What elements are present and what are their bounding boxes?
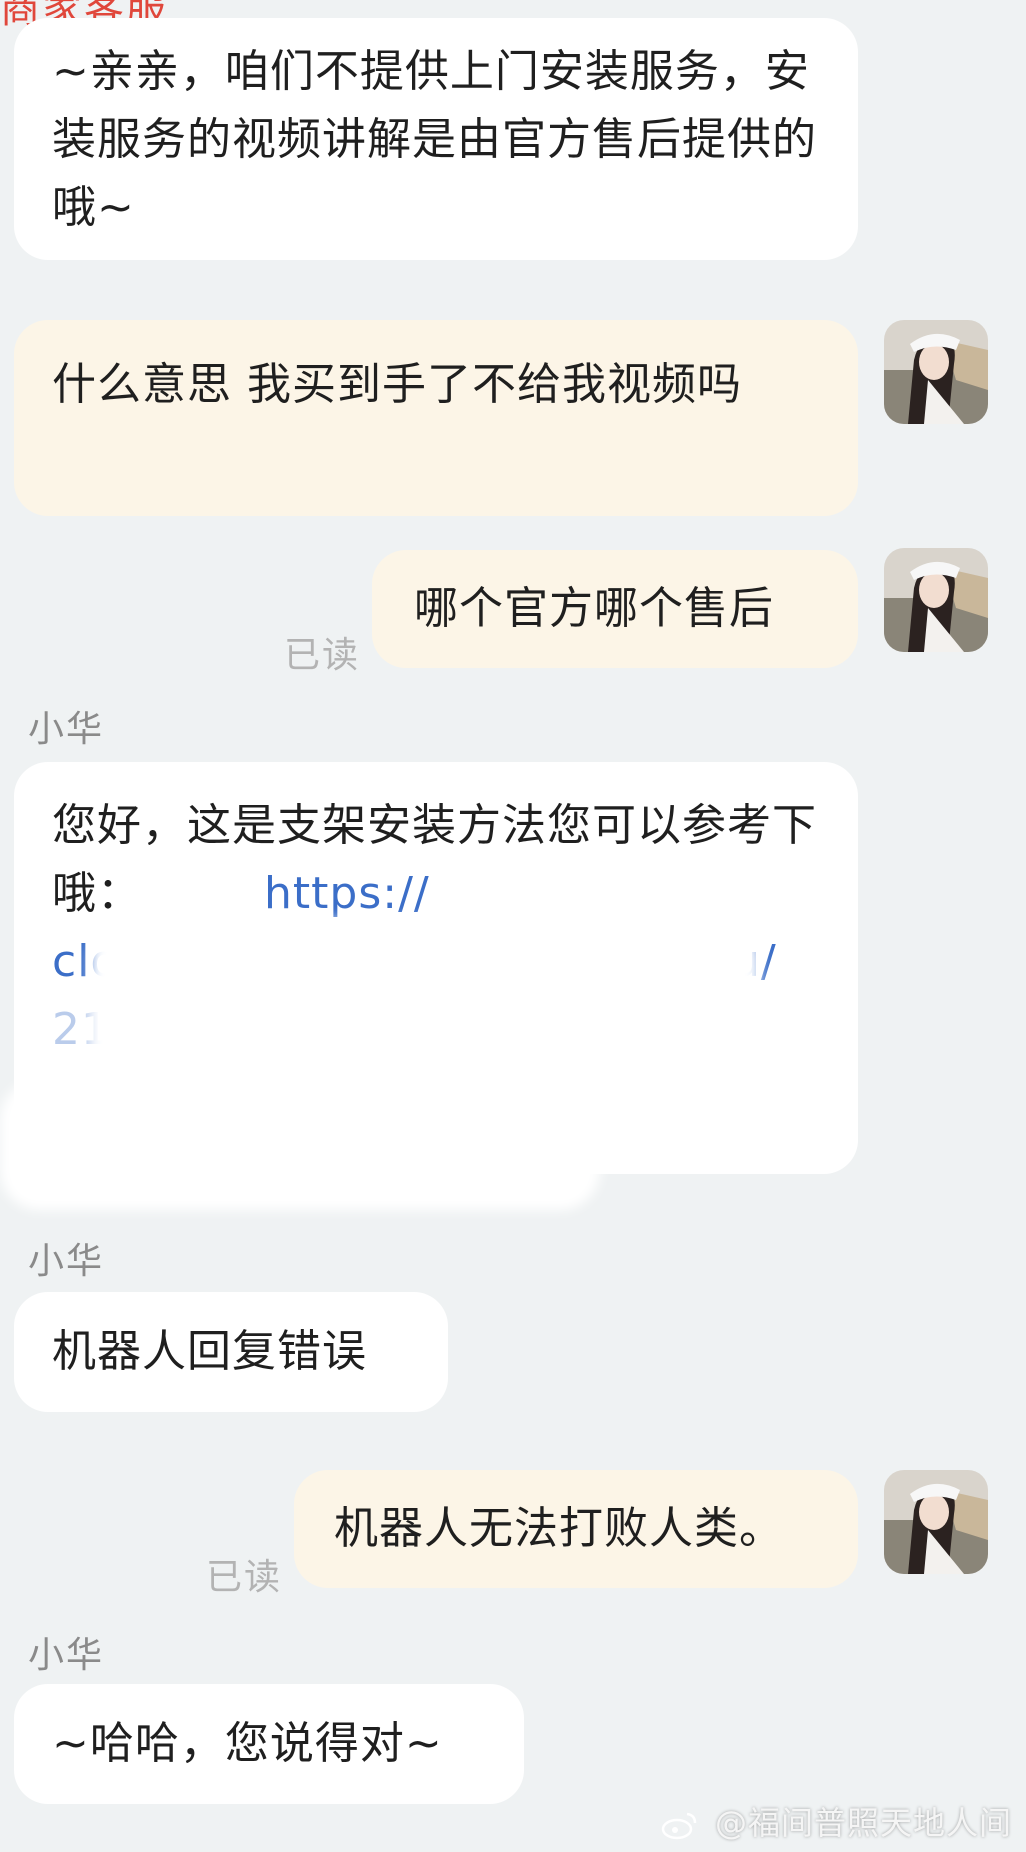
user-avatar[interactable] <box>884 1470 988 1574</box>
message-bubble-outgoing[interactable]: 哪个官方哪个售后 <box>372 550 858 668</box>
avatar-photo-icon <box>884 548 988 652</box>
message-bubble-outgoing[interactable]: 什么意思 我买到手了不给我视频吗 <box>14 320 858 516</box>
sender-name: 小华 <box>28 709 105 750</box>
read-status: 已读 <box>284 635 361 676</box>
weibo-icon <box>661 1812 697 1840</box>
redaction-overlay <box>0 1080 600 1210</box>
message-bubble-outgoing[interactable]: 机器人无法打败人类。 <box>294 1470 858 1588</box>
message-bubble-incoming[interactable]: ~哈哈，您说得对~ <box>14 1684 524 1804</box>
message-bubble-incoming[interactable]: 机器人回复错误 <box>14 1292 448 1412</box>
message-text: 机器人无法打败人类。 <box>334 1503 784 1554</box>
user-avatar[interactable] <box>884 320 988 424</box>
watermark: @福间普照天地人间 <box>660 1798 1012 1844</box>
sender-name: 小华 <box>28 1635 105 1676</box>
message-bubble-incoming[interactable]: ~亲亲，咱们不提供上门安装服务，安装服务的视频讲解是由官方售后提供的哦~ <box>14 18 858 260</box>
user-avatar[interactable] <box>884 548 988 652</box>
message-text: ~亲亲，咱们不提供上门安装服务，安装服务的视频讲解是由官方售后提供的哦~ <box>52 46 817 233</box>
watermark-text: @福间普照天地人间 <box>714 1804 1012 1842</box>
read-status: 已读 <box>206 1557 283 1598</box>
message-link[interactable]: https:// <box>264 868 430 919</box>
message-text: ~哈哈，您说得对~ <box>52 1718 443 1769</box>
avatar-photo-icon <box>884 320 988 424</box>
message-text: 什么意思 我买到手了不给我视频吗 <box>52 359 742 410</box>
message-text: 机器人回复错误 <box>52 1326 367 1377</box>
avatar-photo-icon <box>884 1470 988 1574</box>
sender-name: 小华 <box>28 1241 105 1282</box>
message-text: 哪个官方哪个售后 <box>414 583 774 634</box>
